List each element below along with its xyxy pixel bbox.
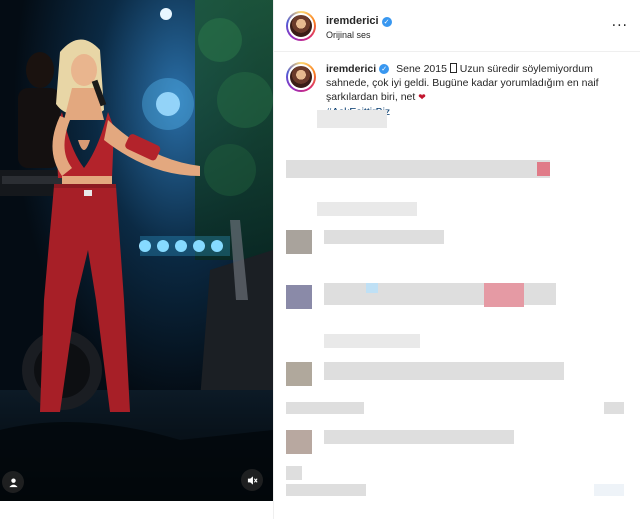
blurred-reply-link [324, 334, 420, 348]
post-header: iremderici ✓ Orijinal ses ··· [274, 0, 640, 52]
blurred-comment [324, 430, 514, 444]
blurred-emoji [366, 283, 378, 293]
verified-badge-icon: ✓ [381, 16, 392, 27]
user-tag-icon[interactable] [2, 471, 24, 493]
blurred-comment [286, 160, 550, 178]
post-media[interactable] [0, 0, 273, 501]
red-heart-emoji: ❤ [418, 93, 426, 104]
person-icon [8, 477, 18, 487]
blurred-emoji [537, 162, 550, 176]
blurred-like-count [604, 402, 624, 414]
post-caption: iremderici ✓ Sene 2015 Uzun süredir söyl… [274, 52, 640, 119]
missing-emoji-glyph [449, 63, 457, 73]
caption-username-text[interactable]: iremderici [326, 62, 376, 76]
blurred-comment [324, 362, 564, 380]
blurred-avatar [286, 430, 312, 454]
username-text[interactable]: iremderici [326, 15, 379, 29]
blurred-timestamp [317, 110, 387, 128]
blurred-icon [286, 466, 302, 480]
speaker-muted-icon [247, 475, 258, 485]
caption-avatar[interactable] [286, 62, 316, 92]
blurred-comment [286, 402, 364, 414]
blurred-avatar [286, 362, 312, 386]
caption-text-1: Sene 2015 [396, 63, 447, 75]
post-panel: iremderici ✓ Orijinal ses ··· iremderici… [273, 0, 640, 519]
blurred-reply-link [317, 202, 417, 216]
audio-label[interactable]: Orijinal ses [326, 30, 392, 41]
stage-photo [0, 0, 273, 501]
avatar[interactable] [286, 10, 316, 41]
blurred-avatar [286, 285, 312, 309]
blurred-comment [324, 230, 444, 244]
caption-username[interactable]: iremderici ✓ [326, 62, 390, 76]
blurred-comment [286, 484, 366, 496]
blurred-emoji [484, 283, 524, 307]
blurred-avatar [286, 230, 312, 254]
verified-badge-icon: ✓ [379, 64, 390, 75]
blurred-like-count [594, 484, 624, 496]
more-options-icon[interactable]: ··· [612, 18, 628, 34]
username-link[interactable]: iremderici ✓ [326, 15, 392, 29]
mute-icon[interactable] [241, 469, 263, 491]
